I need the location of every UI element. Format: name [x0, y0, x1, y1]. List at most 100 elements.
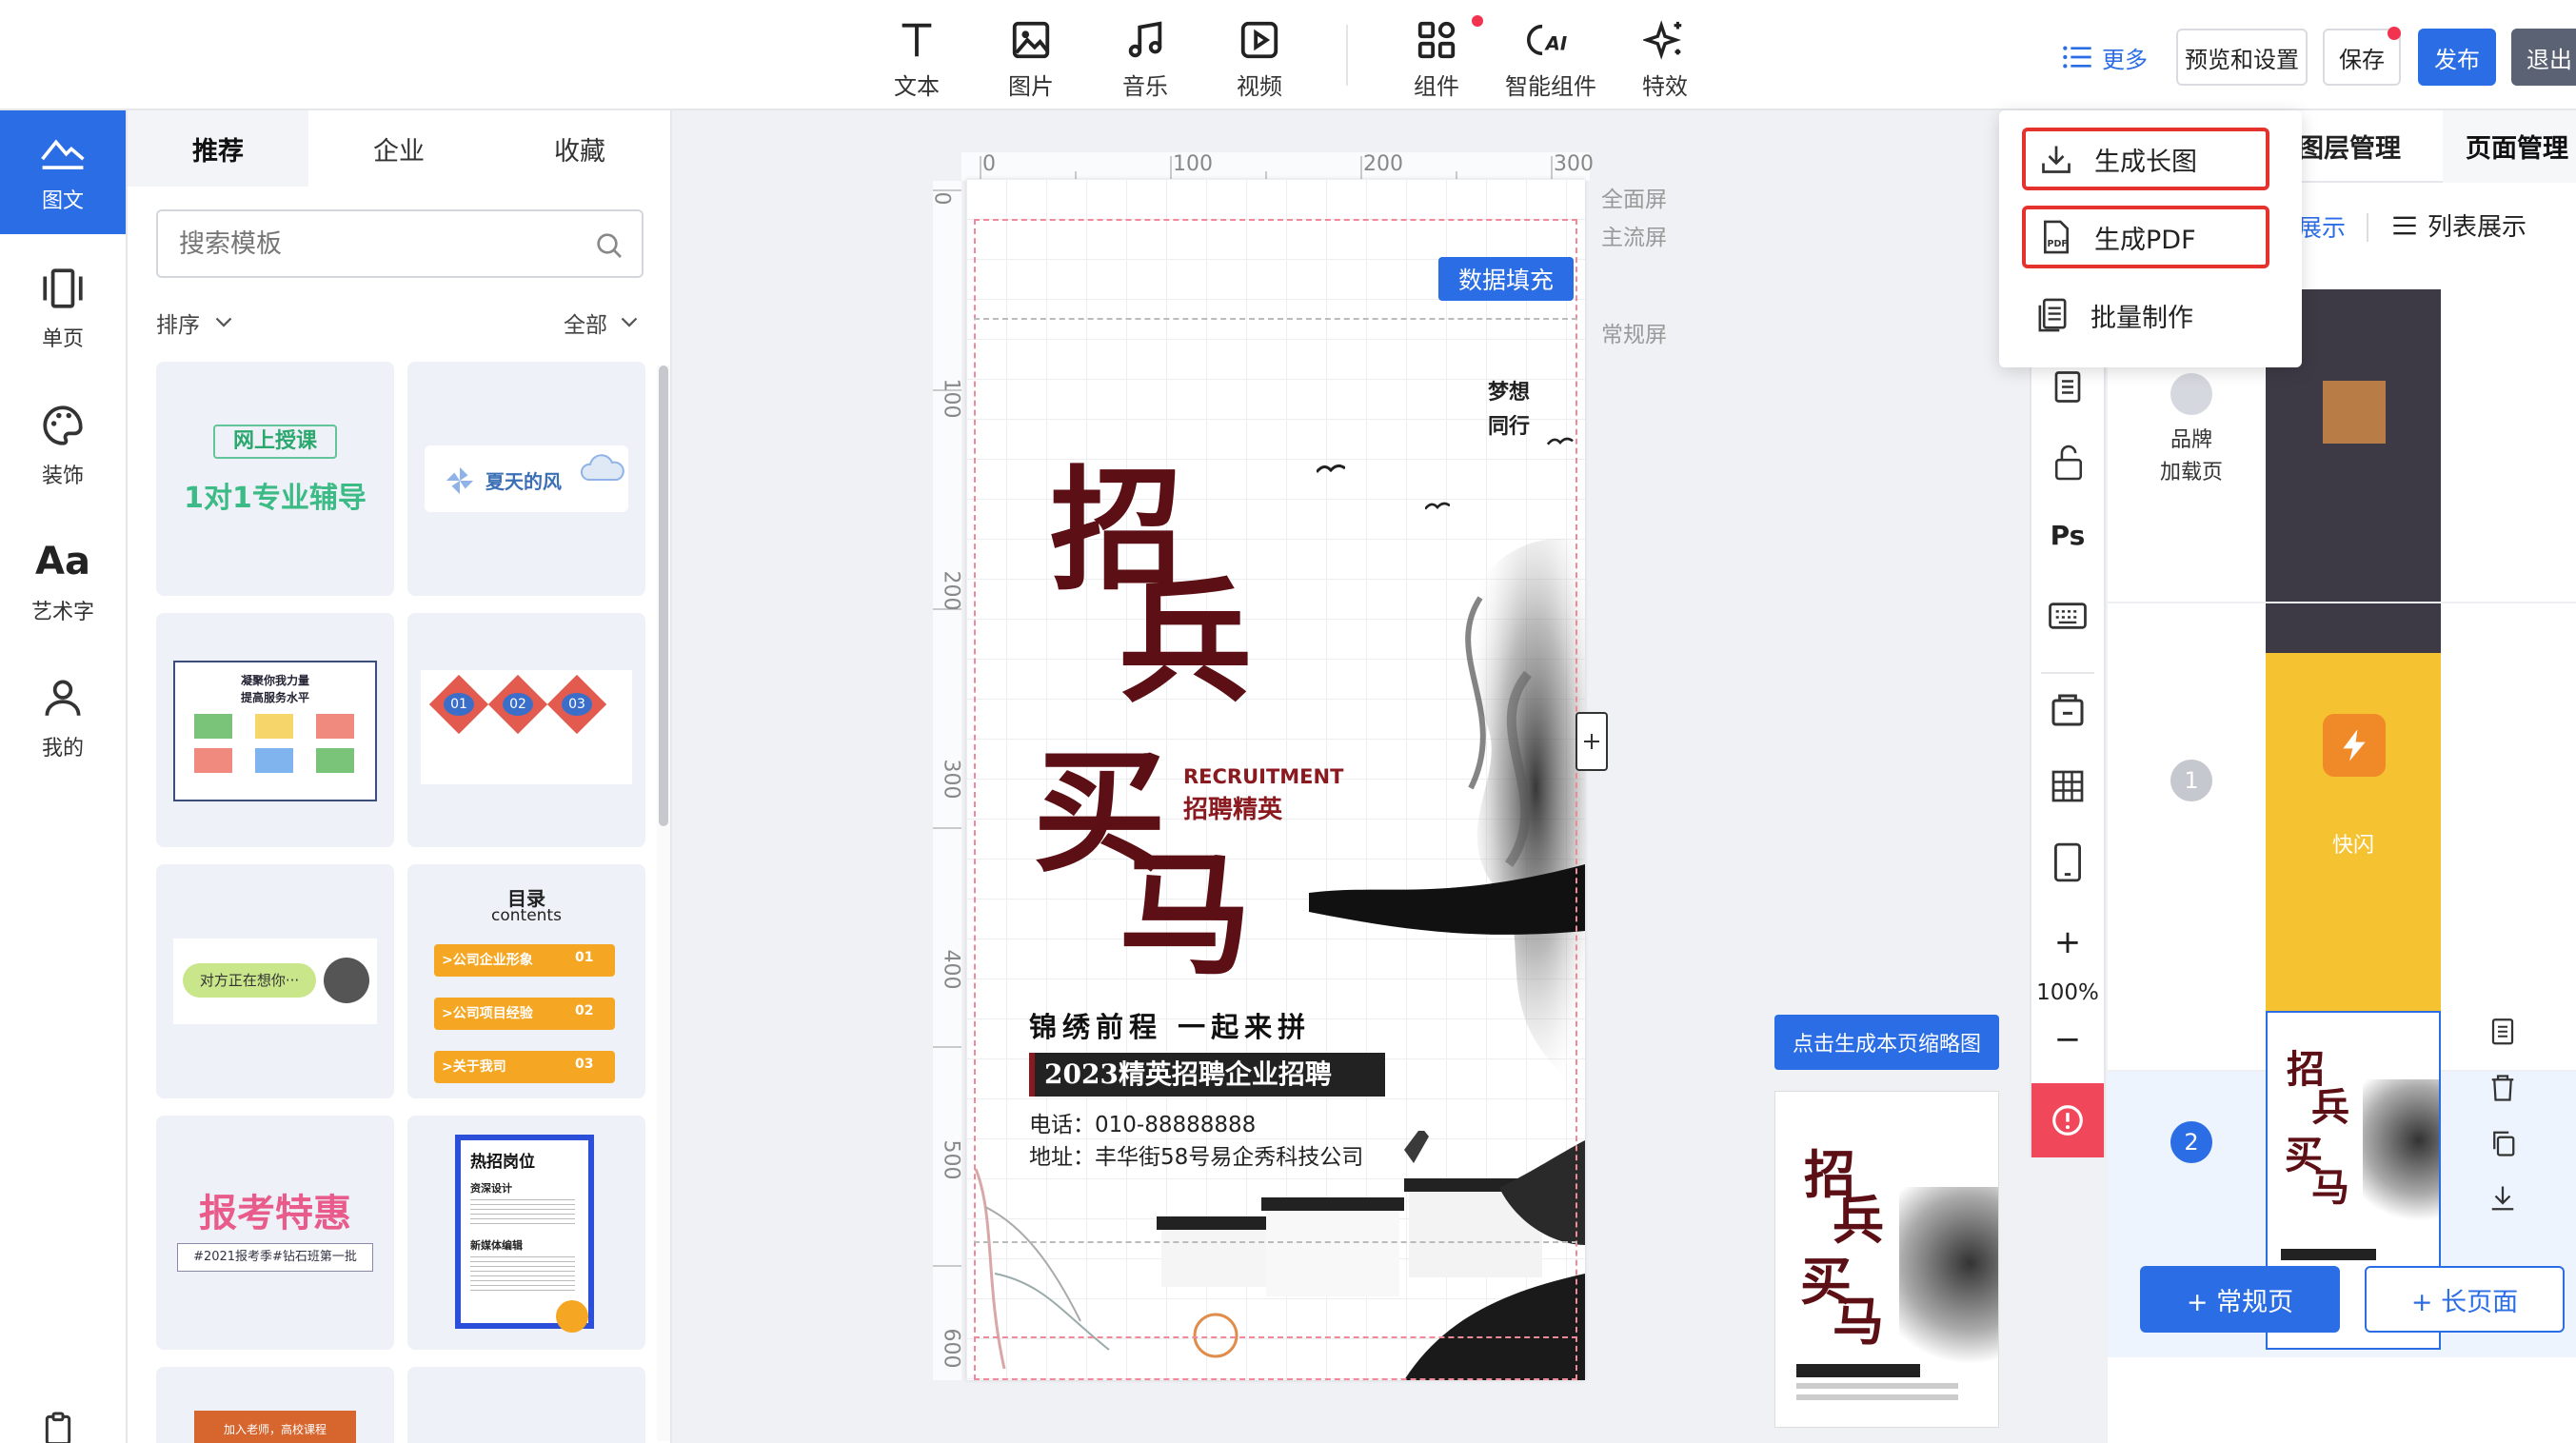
filter-dropdown[interactable]: 全部	[564, 306, 638, 339]
template-card[interactable]: 01 02 03	[407, 613, 645, 847]
ruler-label: 400	[939, 949, 963, 990]
palette-icon	[43, 405, 83, 445]
view-card-toggle[interactable]: 展示	[2298, 209, 2346, 244]
tool-label: 文本	[894, 73, 940, 100]
page-number: 1	[2170, 760, 2212, 801]
tool-effects[interactable]: 特效	[1613, 13, 1717, 101]
page-thumb-1[interactable]: 快闪	[2266, 653, 2441, 1020]
template-text: 资深设计	[470, 1182, 512, 1195]
dropdown-label: 生成PDF	[2094, 225, 2196, 255]
template-card[interactable]: 网上授课 1对1专业辅导	[156, 362, 394, 596]
brand-indicator	[2170, 373, 2212, 415]
template-text: #2021报考季#钻石班第一批	[177, 1243, 373, 1272]
tool-image[interactable]: 图片	[979, 13, 1083, 101]
ps-icon[interactable]: Ps	[2031, 520, 2104, 551]
tool-text[interactable]: 文本	[864, 13, 969, 101]
chevron-down-icon	[621, 317, 638, 327]
rail-item-single-page[interactable]: 单页	[0, 247, 126, 370]
editor-app: 文本 图片 音乐 视频 组件 AI 智能组件 特效 更多 预览和设置 保存 发布…	[0, 0, 2576, 1443]
rail-label: 图文	[41, 189, 84, 213]
template-text: contents	[491, 906, 562, 925]
tab-favorites[interactable]: 收藏	[489, 110, 670, 187]
template-card[interactable]: 凝聚你我力量 提高服务水平	[156, 613, 394, 847]
add-long-page-button[interactable]: + 长页面	[2365, 1266, 2565, 1333]
tool-music[interactable]: 音乐	[1093, 13, 1198, 101]
tool-smart-component[interactable]: AI 智能组件	[1498, 13, 1603, 101]
brand-label: 品牌 加载页	[2108, 425, 2275, 489]
template-text: >关于我司	[442, 1059, 506, 1075]
top-toolbar: 文本 图片 音乐 视频 组件 AI 智能组件 特效 更多 预览和设置 保存 发布…	[0, 0, 2576, 110]
exit-button[interactable]: 退出	[2511, 29, 2576, 86]
tab-enterprise[interactable]: 企业	[308, 110, 489, 187]
tool-component[interactable]: 组件	[1384, 13, 1489, 101]
list-icon	[2063, 46, 2091, 69]
image-icon	[1009, 13, 1053, 66]
rail-item-graphic[interactable]: 图文	[0, 110, 126, 234]
data-fill-button[interactable]: 数据填充	[1438, 257, 1574, 301]
template-card[interactable]	[407, 1367, 645, 1443]
clipboard-icon[interactable]	[38, 1409, 78, 1443]
template-text: 夏天的风	[485, 470, 562, 493]
copy-page-icon[interactable]	[2488, 1017, 2517, 1049]
template-text: 加入老师，高校课程	[194, 1411, 356, 1443]
avatar	[324, 958, 369, 1003]
download-page-icon[interactable]	[2488, 1182, 2517, 1215]
resize-handle[interactable]	[1575, 712, 1608, 771]
template-panel: 推荐 企业 收藏 排序 全部 网上授课 1对1专业辅导 夏天的风	[128, 110, 672, 1443]
zoom-in-button[interactable]: +	[2031, 923, 2104, 961]
add-regular-page-button[interactable]: + 常规页	[2140, 1266, 2340, 1333]
tool-video[interactable]: 视频	[1207, 13, 1312, 101]
screen-label-regular: 常规屏	[1601, 323, 1667, 347]
template-text: 新媒体编辑	[470, 1239, 523, 1252]
fullscreen-guide	[974, 219, 1577, 1380]
template-text: 03	[562, 693, 592, 716]
search-icon[interactable]	[594, 230, 624, 261]
page-thumbnail[interactable]: 招 兵 买 马	[1774, 1091, 1999, 1428]
copy-icon[interactable]	[2051, 369, 2085, 407]
scrollbar-thumb[interactable]	[659, 366, 668, 826]
generate-thumbnail-button[interactable]: 点击生成本页缩略图	[1774, 1015, 1999, 1070]
template-card[interactable]: 热招岗位 资深设计 新媒体编辑	[407, 1116, 645, 1350]
thumb-char: 马	[1833, 1291, 1884, 1352]
template-card[interactable]: 目录 contents >公司企业形象 01 >公司项目经验 02 >关于我司 …	[407, 864, 645, 1098]
alert-button[interactable]	[2031, 1083, 2104, 1157]
rail-item-mine[interactable]: 我的	[0, 656, 126, 780]
template-card[interactable]: 加入老师，高校课程	[156, 1367, 394, 1443]
rail-item-decoration[interactable]: 装饰	[0, 384, 126, 507]
template-card[interactable]: 报考特惠 #2021报考季#钻石班第一批	[156, 1116, 394, 1350]
ruler-label: 0	[929, 191, 954, 206]
grid-icon[interactable]	[2051, 769, 2085, 803]
ruler-label: 200	[1363, 152, 1403, 176]
phone-icon[interactable]	[2052, 841, 2083, 883]
text-icon	[895, 13, 939, 66]
more-button[interactable]: 更多	[2062, 38, 2148, 76]
generate-pdf-item[interactable]: PDF 生成PDF	[2022, 206, 2269, 268]
template-text: 1对1专业辅导	[184, 482, 367, 515]
publish-button[interactable]: 发布	[2418, 29, 2496, 86]
template-search[interactable]	[156, 209, 644, 278]
delete-page-icon[interactable]	[2488, 1072, 2517, 1104]
preview-settings-button[interactable]: 预览和设置	[2176, 29, 2308, 86]
page-canvas[interactable]: 梦想 同行 招 兵 买 马 RECRUITMENT 招聘精英 锦绣前程 一起来拼…	[966, 179, 1585, 1380]
template-card[interactable]: 夏天的风	[407, 362, 645, 596]
sort-dropdown[interactable]: 排序	[156, 306, 232, 339]
pdf-icon: PDF	[2043, 220, 2070, 254]
svg-text:PDF: PDF	[2048, 239, 2068, 249]
template-card[interactable]: 对方正在想你···	[156, 864, 394, 1098]
keyboard-icon[interactable]	[2049, 602, 2087, 630]
ai-icon: AI	[1527, 13, 1575, 66]
template-text: 提高服务水平	[240, 691, 309, 704]
rail-item-art-text[interactable]: Aa 艺术字	[0, 520, 126, 643]
replace-icon[interactable]	[2049, 691, 2087, 729]
toolbar-divider	[1346, 25, 1348, 86]
tab-recommend[interactable]: 推荐	[128, 110, 308, 187]
unlock-icon[interactable]	[2052, 444, 2085, 482]
ruler-top	[961, 152, 1590, 181]
more-label: 更多	[2102, 46, 2148, 73]
generate-long-image-item[interactable]: 生成长图	[2022, 128, 2269, 190]
rail-label: 装饰	[41, 465, 84, 488]
zoom-out-button[interactable]: −	[2031, 1020, 2104, 1058]
search-input[interactable]	[158, 211, 577, 276]
batch-create-item[interactable]: 批量制作	[2022, 284, 2269, 346]
duplicate-icon[interactable]	[2488, 1127, 2517, 1159]
